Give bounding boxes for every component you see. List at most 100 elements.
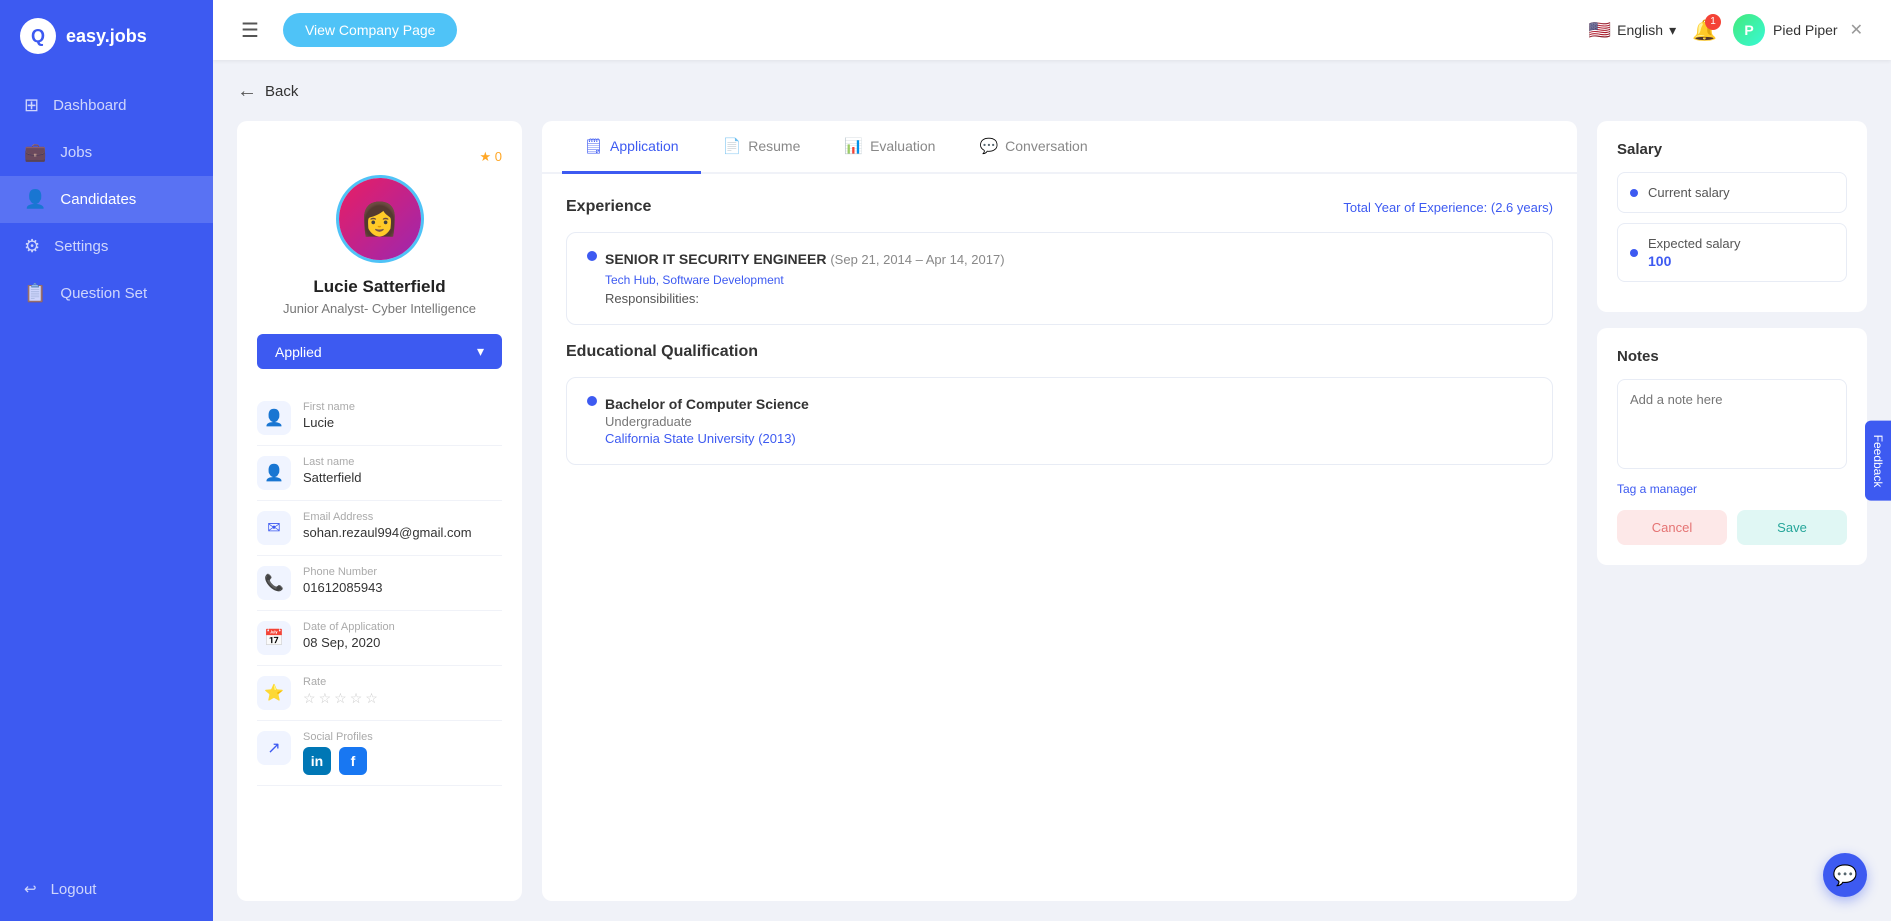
tab-evaluation[interactable]: 📊 Evaluation bbox=[822, 121, 957, 174]
info-last-name: 👤 Last name Satterfield bbox=[257, 446, 502, 501]
conversation-tab-icon: 💬 bbox=[979, 137, 998, 155]
tab-resume[interactable]: 📄 Resume bbox=[701, 121, 823, 174]
linkedin-button[interactable]: in bbox=[303, 747, 331, 775]
main-area: ☰ View Company Page 🇺🇸 English ▾ 🔔 1 P P… bbox=[213, 0, 1891, 921]
last-name-value: Satterfield bbox=[303, 470, 362, 485]
experience-card: SENIOR IT SECURITY ENGINEER (Sep 21, 201… bbox=[566, 232, 1553, 325]
education-university: California State University (2013) bbox=[605, 431, 809, 446]
language-selector[interactable]: 🇺🇸 English ▾ bbox=[1589, 20, 1676, 41]
education-title: Educational Qualification bbox=[566, 343, 758, 361]
sidebar-item-label: Dashboard bbox=[53, 97, 126, 114]
share-icon: ↗ bbox=[257, 731, 291, 765]
info-social: ↗ Social Profiles in f bbox=[257, 721, 502, 786]
logo-text: easy.jobs bbox=[66, 26, 147, 47]
bullet-icon bbox=[587, 396, 597, 406]
sidebar-item-question-set[interactable]: 📋 Question Set bbox=[0, 270, 213, 317]
tabs-row: 🗒 Application 📄 Resume 📊 Evaluation 💬 Co… bbox=[542, 121, 1577, 174]
education-header: Educational Qualification bbox=[566, 343, 1553, 361]
experience-tags: Tech Hub, Software Development bbox=[605, 273, 1532, 287]
info-first-name: 👤 First name Lucie bbox=[257, 391, 502, 446]
email-label: Email Address bbox=[303, 511, 472, 523]
tag-manager-link[interactable]: Tag a manager bbox=[1617, 482, 1847, 496]
question-set-icon: 📋 bbox=[24, 283, 46, 304]
star-1[interactable]: ☆ bbox=[303, 690, 316, 707]
info-date: 📅 Date of Application 08 Sep, 2020 bbox=[257, 611, 502, 666]
candidate-layout: ★ 0 👩 Lucie Satterfield Junior Analyst- … bbox=[237, 121, 1867, 901]
education-level: Undergraduate bbox=[605, 414, 809, 429]
experience-header: Experience Total Year of Experience: (2.… bbox=[566, 198, 1553, 216]
expected-salary-label: Expected salary bbox=[1648, 236, 1741, 251]
expected-salary-wrap: Expected salary 100 bbox=[1648, 236, 1741, 269]
application-tab-icon: 🗒 bbox=[584, 137, 603, 155]
settings-icon: ⚙ bbox=[24, 236, 40, 257]
sidebar-item-label: Settings bbox=[54, 238, 108, 255]
star-2[interactable]: ☆ bbox=[319, 690, 332, 707]
company-name: Pied Piper bbox=[1773, 22, 1838, 38]
feedback-side-tab[interactable]: Feedback bbox=[1865, 420, 1891, 501]
note-textarea[interactable] bbox=[1617, 379, 1847, 469]
stars-row: ☆ ☆ ☆ ☆ ☆ bbox=[303, 690, 378, 707]
evaluation-tab-icon: 📊 bbox=[844, 137, 863, 155]
bullet-icon bbox=[587, 251, 597, 261]
experience-title: Experience bbox=[566, 198, 651, 216]
sidebar-item-jobs[interactable]: 💼 Jobs bbox=[0, 129, 213, 176]
jobs-icon: 💼 bbox=[24, 142, 46, 163]
email-icon: ✉ bbox=[257, 511, 291, 545]
email-value: sohan.rezaul994@gmail.com bbox=[303, 525, 472, 540]
notification-button[interactable]: 🔔 1 bbox=[1692, 18, 1717, 43]
star-4[interactable]: ☆ bbox=[350, 690, 363, 707]
tab-resume-label: Resume bbox=[748, 138, 800, 154]
education-detail: Bachelor of Computer Science Undergradua… bbox=[605, 396, 809, 446]
phone-label: Phone Number bbox=[303, 566, 383, 578]
sidebar-nav: ⊞ Dashboard 💼 Jobs 👤 Candidates ⚙ Settin… bbox=[0, 72, 213, 867]
company-selector[interactable]: P Pied Piper ✕ bbox=[1733, 14, 1863, 46]
info-phone: 📞 Phone Number 01612085943 bbox=[257, 556, 502, 611]
sidebar-item-settings[interactable]: ⚙ Settings bbox=[0, 223, 213, 270]
sidebar-item-dashboard[interactable]: ⊞ Dashboard bbox=[0, 82, 213, 129]
chat-float-button[interactable]: 💬 bbox=[1823, 853, 1867, 897]
facebook-button[interactable]: f bbox=[339, 747, 367, 775]
notification-badge: 1 bbox=[1705, 14, 1721, 30]
close-icon[interactable]: ✕ bbox=[1850, 20, 1863, 40]
topbar: ☰ View Company Page 🇺🇸 English ▾ 🔔 1 P P… bbox=[213, 0, 1891, 60]
sidebar-item-candidates[interactable]: 👤 Candidates bbox=[0, 176, 213, 223]
person-icon: 👤 bbox=[257, 456, 291, 490]
menu-icon[interactable]: ☰ bbox=[241, 18, 259, 43]
star-rating-top: ★ 0 bbox=[480, 149, 503, 165]
salary-section: Salary Current salary Expected salary 10… bbox=[1597, 121, 1867, 312]
logout-button[interactable]: ↩ Logout bbox=[0, 867, 213, 911]
right-panel: Salary Current salary Expected salary 10… bbox=[1597, 121, 1867, 901]
sidebar: Q easy.jobs ⊞ Dashboard 💼 Jobs 👤 Candida… bbox=[0, 0, 213, 921]
experience-meta: Total Year of Experience: (2.6 years) bbox=[1343, 200, 1553, 215]
star-3[interactable]: ☆ bbox=[334, 690, 347, 707]
save-button[interactable]: Save bbox=[1737, 510, 1847, 545]
experience-responsibilities: Responsibilities: bbox=[605, 291, 1532, 306]
education-degree: Bachelor of Computer Science bbox=[605, 396, 809, 412]
experience-job-title: SENIOR IT SECURITY ENGINEER (Sep 21, 201… bbox=[605, 251, 1532, 267]
social-profiles: in f bbox=[303, 747, 373, 775]
tab-conversation[interactable]: 💬 Conversation bbox=[957, 121, 1109, 174]
cancel-button[interactable]: Cancel bbox=[1617, 510, 1727, 545]
tab-application[interactable]: 🗒 Application bbox=[562, 121, 701, 174]
sidebar-item-label: Jobs bbox=[60, 144, 92, 161]
first-name-value: Lucie bbox=[303, 415, 355, 430]
education-row: Bachelor of Computer Science Undergradua… bbox=[587, 396, 1532, 446]
chevron-down-icon: ▾ bbox=[1669, 22, 1676, 39]
avatar-image: 👩 bbox=[339, 178, 421, 260]
person-icon: 👤 bbox=[257, 401, 291, 435]
resume-tab-icon: 📄 bbox=[723, 137, 742, 155]
star-5[interactable]: ☆ bbox=[365, 690, 378, 707]
company-avatar: P bbox=[1733, 14, 1765, 46]
dashboard-icon: ⊞ bbox=[24, 95, 39, 116]
info-email: ✉ Email Address sohan.rezaul994@gmail.co… bbox=[257, 501, 502, 556]
back-button[interactable]: ← Back bbox=[237, 80, 1867, 103]
logout-label: Logout bbox=[51, 881, 97, 898]
date-label: Date of Application bbox=[303, 621, 395, 633]
current-salary-label: Current salary bbox=[1648, 185, 1730, 200]
status-dropdown[interactable]: Applied ▾ bbox=[257, 334, 502, 369]
main-content-panel: 🗒 Application 📄 Resume 📊 Evaluation 💬 Co… bbox=[542, 121, 1577, 901]
education-card: Bachelor of Computer Science Undergradua… bbox=[566, 377, 1553, 465]
view-company-button[interactable]: View Company Page bbox=[283, 13, 457, 47]
date-value: 08 Sep, 2020 bbox=[303, 635, 395, 650]
sidebar-item-label: Candidates bbox=[60, 191, 136, 208]
